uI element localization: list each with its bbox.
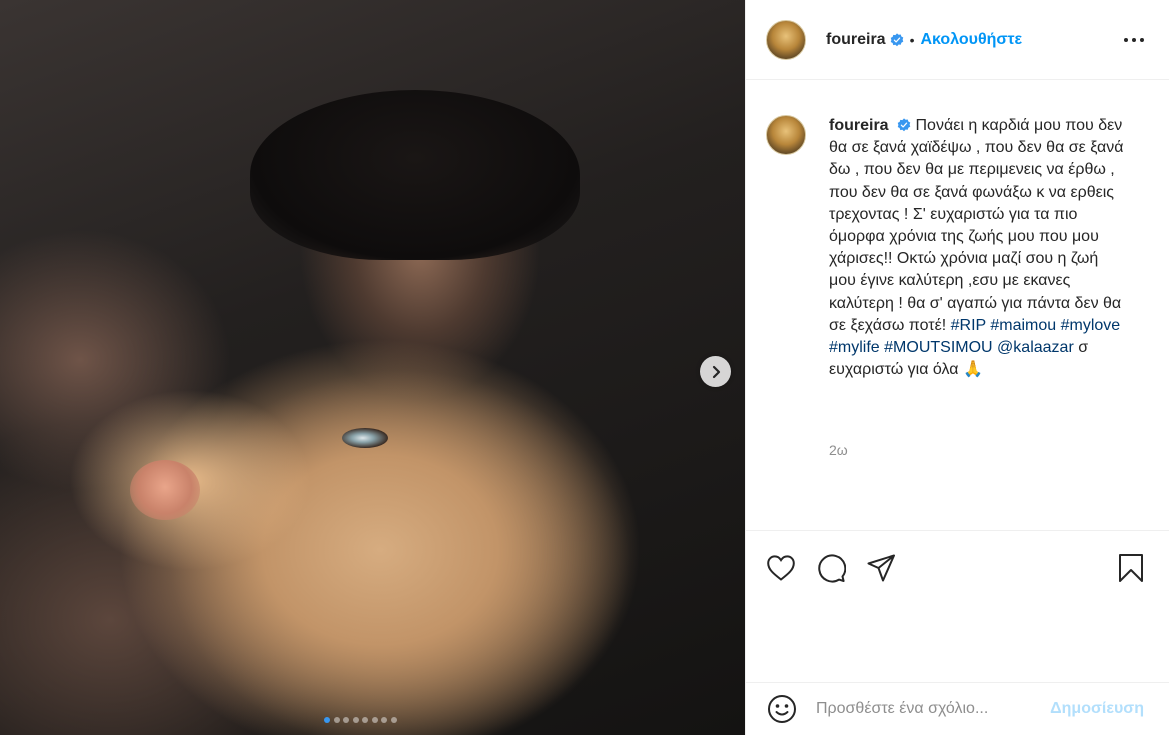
carousel-dot <box>362 717 368 723</box>
comment-bar: Δημοσίευση <box>746 682 1169 735</box>
hashtag-mylove[interactable]: #mylove <box>1061 317 1121 334</box>
mention-kalaazar[interactable]: @kalaazar <box>997 339 1074 356</box>
caption-avatar[interactable] <box>766 115 806 155</box>
follow-button[interactable]: Ακολουθήστε <box>920 31 1022 49</box>
image-detail-hair <box>250 90 580 260</box>
carousel-dot <box>371 717 378 723</box>
caption-body: foureira Πονάει η καρδιά μου που δεν θα … <box>829 115 1129 381</box>
caption-username[interactable]: foureira <box>829 117 889 134</box>
hashtag-maimou[interactable]: #maimou <box>990 317 1056 334</box>
carousel-dot <box>381 717 387 723</box>
more-dots-icon <box>1124 38 1128 42</box>
share-button[interactable] <box>864 551 898 585</box>
smiley-icon <box>768 695 796 723</box>
carousel-dot <box>333 717 340 723</box>
verified-badge-icon <box>897 118 911 132</box>
avatar[interactable] <box>766 19 806 60</box>
post-comment-button[interactable]: Δημοσίευση <box>1050 700 1144 718</box>
save-button[interactable] <box>1114 551 1148 585</box>
carousel-dot <box>324 717 330 723</box>
carousel-dot <box>343 717 349 723</box>
action-bar <box>746 530 1169 610</box>
hashtag-moutsimou[interactable]: #MOUTSIMOU <box>884 339 992 356</box>
carousel-indicator <box>324 717 397 723</box>
emoji-button[interactable] <box>766 693 798 725</box>
pray-emoji: 🙏 <box>962 361 983 379</box>
bookmark-icon <box>1119 554 1143 582</box>
verified-badge-icon <box>890 32 903 46</box>
post-caption: foureira Πονάει η καρδιά μου που δεν θα … <box>766 115 1151 381</box>
heart-icon <box>767 555 795 581</box>
carousel-next-button[interactable] <box>700 356 731 387</box>
carousel-dot <box>390 717 397 723</box>
like-button[interactable] <box>764 551 798 585</box>
post-timestamp[interactable]: 2ω <box>829 442 848 458</box>
carousel-dot <box>352 717 359 723</box>
paper-plane-icon <box>867 554 895 582</box>
comment-input[interactable] <box>816 700 1026 718</box>
header-username[interactable]: foureira <box>826 31 886 49</box>
hashtag-rip[interactable]: #RIP <box>951 317 986 334</box>
post-header: foureira • Ακολουθήστε <box>746 0 1169 80</box>
comment-bubble-icon <box>818 554 846 583</box>
hashtag-mylife[interactable]: #mylife <box>829 339 880 356</box>
chevron-right-icon <box>712 365 720 378</box>
comment-button[interactable] <box>814 551 848 585</box>
header-separator: • <box>909 31 915 48</box>
caption-text: Πονάει η καρδιά μου που δεν θα σε ξανά χ… <box>829 117 1124 334</box>
post-side-panel: foureira • Ακολουθήστε foureira Πονάει η… <box>745 0 1169 735</box>
post-image[interactable] <box>0 0 745 735</box>
image-detail-dog-nose <box>130 460 200 520</box>
image-detail-dog-eye <box>342 428 388 448</box>
more-options-button[interactable] <box>1124 30 1144 50</box>
